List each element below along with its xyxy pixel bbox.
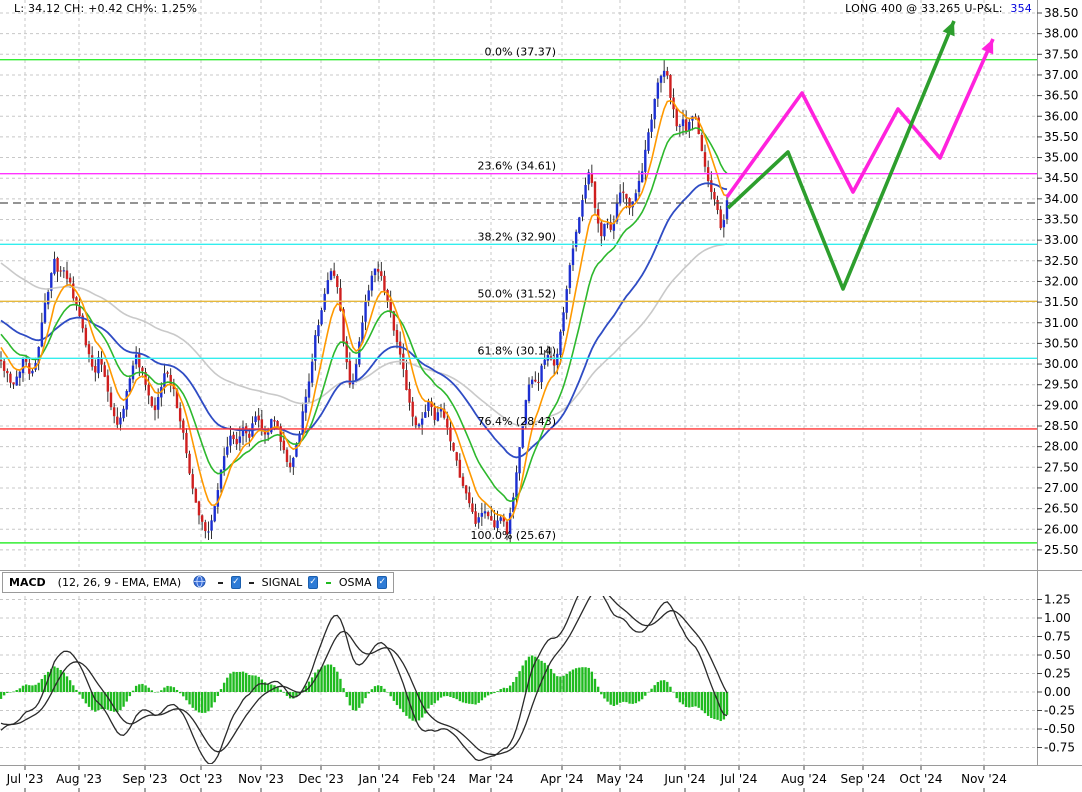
globe-icon[interactable] — [193, 575, 206, 591]
macd-tick-label: 0.50 — [1044, 648, 1071, 662]
macd-line — [0, 596, 728, 764]
macd-tick-label: -0.75 — [1044, 741, 1075, 755]
month-tick-label: Feb '24 — [412, 772, 456, 786]
macd-line-swatch — [218, 581, 224, 584]
fib-label: 76.4% (28.43) — [477, 415, 556, 428]
last-label: L: — [14, 2, 25, 15]
month-tick-label: Dec '23 — [298, 772, 344, 786]
price-tick-label: 26.00 — [1044, 522, 1078, 536]
price-tick-label: 34.00 — [1044, 192, 1078, 206]
month-tick-label: Mar '24 — [468, 772, 513, 786]
change-pct-value: 1.25% — [161, 2, 198, 15]
month-tick-label: Jan '24 — [358, 772, 400, 786]
osma-histogram — [0, 655, 729, 722]
change-value: +0.42 — [88, 2, 123, 15]
price-tick-label: 25.50 — [1044, 543, 1078, 557]
month-tick-label: Jun '24 — [663, 772, 705, 786]
price-tick-label: 36.00 — [1044, 109, 1078, 123]
month-tick-label: Oct '23 — [179, 772, 222, 786]
fib-label: 61.8% (30.14) — [477, 344, 556, 357]
month-tick-label: May '24 — [596, 772, 643, 786]
price-tick-label: 38.00 — [1044, 27, 1078, 41]
macd-title: MACD — [9, 576, 46, 589]
price-axis: 38.50 38.00 37.50 37.00 36.50 36.00 35.50 35.00… — [1037, 6, 1078, 557]
macd-indicator-header: MACD (12, 26, 9 - EMA, EMA) ✓ SIGNAL ✓ O… — [2, 572, 394, 593]
position-info: LONG 400 @ 33.265 U-P&L: 354 — [845, 2, 1032, 15]
osma-checkbox[interactable]: ✓ — [377, 576, 388, 589]
osma-swatch — [325, 581, 331, 584]
month-tick-label: Nov '23 — [238, 772, 284, 786]
month-tick-label: Jul '24 — [720, 772, 758, 786]
upl-label: U-P&L: — [964, 2, 1003, 15]
change-label: CH: — [64, 2, 85, 15]
month-tick-label: Aug '24 — [781, 772, 827, 786]
price-tick-label: 35.00 — [1044, 151, 1078, 165]
macd-tick-label: 0.00 — [1044, 685, 1071, 699]
month-tick-label: Jul '23 — [6, 772, 44, 786]
month-tick-label: Sep '23 — [123, 772, 168, 786]
price-tick-label: 35.50 — [1044, 130, 1078, 144]
price-tick-label: 31.50 — [1044, 295, 1078, 309]
signal-line-swatch — [248, 581, 254, 584]
moving-averages — [0, 99, 728, 522]
month-tick-label: Aug '23 — [56, 772, 102, 786]
price-tick-label: 26.50 — [1044, 502, 1078, 516]
month-tick-label: Nov '24 — [961, 772, 1007, 786]
change-pct-label: CH%: — [126, 2, 158, 15]
macd-line-checkbox[interactable]: ✓ — [231, 576, 241, 589]
last-value: 34.12 — [27, 2, 61, 15]
macd-tick-label: 0.75 — [1044, 630, 1071, 644]
macd-axis: 1.25 1.00 0.75 0.50 0.25 0.00 -0.25 -0.50 -0.75 — [1037, 593, 1075, 755]
time-axis: Jul '23 Aug '23 Sep '23 Oct '23 Nov '23 Dec '… — [6, 766, 1007, 792]
price-tick-label: 30.50 — [1044, 336, 1078, 350]
price-tick-label: 33.00 — [1044, 233, 1078, 247]
price-tick-label: 32.50 — [1044, 254, 1078, 268]
price-tick-label: 33.50 — [1044, 213, 1078, 227]
macd-tick-label: -0.25 — [1044, 704, 1075, 718]
fib-label: 50.0% (31.52) — [477, 287, 556, 300]
ma-slow-blue — [0, 182, 728, 459]
price-tick-label: 29.50 — [1044, 378, 1078, 392]
price-tick-label: 38.50 — [1044, 6, 1078, 20]
macd-tick-label: 1.25 — [1044, 593, 1071, 607]
chart-canvas[interactable]: 0.0% (37.37) 23.6% (34.61) 38.2% (32.90) 50… — [0, 0, 1082, 792]
ma-medium-green — [0, 127, 728, 503]
fib-label: 38.2% (32.90) — [477, 230, 556, 243]
macd-tick-label: 1.00 — [1044, 611, 1071, 625]
month-tick-label: Apr '24 — [540, 772, 583, 786]
price-tick-label: 29.00 — [1044, 398, 1078, 412]
price-tick-label: 37.00 — [1044, 68, 1078, 82]
price-tick-label: 34.50 — [1044, 171, 1078, 185]
position-text: LONG 400 @ 33.265 — [845, 2, 961, 15]
price-tick-label: 37.50 — [1044, 47, 1078, 61]
price-tick-label: 31.00 — [1044, 316, 1078, 330]
signal-checkbox[interactable]: ✓ — [308, 576, 318, 589]
price-tick-label: 28.00 — [1044, 440, 1078, 454]
month-tick-label: Sep '24 — [841, 772, 886, 786]
price-tick-label: 36.50 — [1044, 89, 1078, 103]
quote-info: L: 34.12 CH: +0.42 CH%: 1.25% — [14, 2, 197, 15]
fib-label: 100.0% (25.67) — [470, 529, 556, 542]
signal-label: SIGNAL — [261, 576, 303, 589]
trading-chart-window: 0.0% (37.37) 23.6% (34.61) 38.2% (32.90) 50… — [0, 0, 1082, 792]
macd-tick-label: -0.50 — [1044, 722, 1075, 736]
price-tick-label: 28.50 — [1044, 419, 1078, 433]
price-tick-label: 30.00 — [1044, 357, 1078, 371]
macd-tick-label: 0.25 — [1044, 667, 1071, 681]
macd-lines — [0, 596, 728, 764]
price-tick-label: 27.50 — [1044, 460, 1078, 474]
price-tick-label: 32.00 — [1044, 274, 1078, 288]
osma-label: OSMA — [338, 576, 372, 589]
fib-label: 23.6% (34.61) — [477, 160, 556, 173]
price-tick-label: 27.00 — [1044, 481, 1078, 495]
month-tick-label: Oct '24 — [899, 772, 942, 786]
signal-line — [0, 596, 728, 756]
fib-label: 0.0% (37.37) — [484, 46, 556, 59]
macd-params: (12, 26, 9 - EMA, EMA) — [57, 576, 182, 589]
upl-value: 354 — [1010, 2, 1032, 15]
